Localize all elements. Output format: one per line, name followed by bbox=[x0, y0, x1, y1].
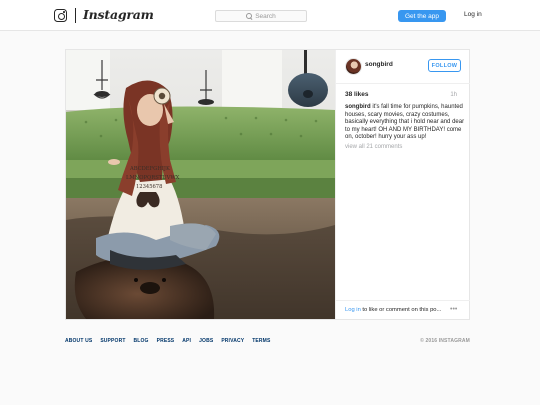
post-caption: songbird it's fall time for pumpkins, ha… bbox=[345, 104, 469, 142]
footer-link-support[interactable]: SUPPORT bbox=[100, 338, 125, 344]
footer-link-jobs[interactable]: JOBS bbox=[199, 338, 213, 344]
post-time[interactable]: 1h bbox=[450, 92, 457, 98]
avatar[interactable] bbox=[345, 58, 362, 75]
footer-link-privacy[interactable]: PRIVACY bbox=[221, 338, 244, 344]
post-photo[interactable]: ABCDEFGHIJK LMNOPQRSTUVWX 12345678 bbox=[66, 50, 335, 319]
footer-link-blog[interactable]: BLOG bbox=[134, 338, 149, 344]
post-footer: Log in to like or comment on this po... … bbox=[336, 300, 470, 319]
logo-divider bbox=[75, 8, 76, 23]
post-card: ABCDEFGHIJK LMNOPQRSTUVWX 12345678 songb… bbox=[65, 49, 470, 320]
post-header: songbird FOLLOW bbox=[336, 50, 470, 84]
footer-link-about-us[interactable]: ABOUT US bbox=[65, 338, 92, 344]
footer-link-press[interactable]: PRESS bbox=[157, 338, 175, 344]
search-input[interactable]: Search bbox=[215, 10, 307, 22]
get-the-app-button[interactable]: Get the app bbox=[398, 10, 446, 22]
instagram-wordmark[interactable]: Instagram bbox=[83, 7, 154, 22]
top-bar: Instagram Search Get the app Log in bbox=[0, 0, 540, 31]
post-side-panel: songbird FOLLOW 38 likes 1h songbird it'… bbox=[335, 50, 470, 319]
login-to-comment: Log in to like or comment on this po... bbox=[345, 307, 441, 313]
footer-link-terms[interactable]: TERMS bbox=[252, 338, 270, 344]
footer-link-api[interactable]: API bbox=[182, 338, 191, 344]
post-photo-image: ABCDEFGHIJK LMNOPQRSTUVWX 12345678 bbox=[66, 50, 335, 319]
footer-nav: ABOUT US SUPPORT BLOG PRESS API JOBS PRI… bbox=[65, 338, 278, 344]
post-username[interactable]: songbird bbox=[365, 61, 393, 68]
search-placeholder: Search bbox=[255, 12, 276, 20]
instagram-camera-icon[interactable] bbox=[54, 9, 67, 22]
caption-username[interactable]: songbird bbox=[345, 104, 371, 110]
follow-button[interactable]: FOLLOW bbox=[428, 59, 461, 72]
search-icon bbox=[246, 13, 253, 19]
view-all-comments-link[interactable]: view all 21 comments bbox=[345, 144, 402, 150]
ellipsis-icon[interactable]: ••• bbox=[450, 306, 457, 313]
photo-print-arc2: LMNOPQRSTUVWX bbox=[126, 175, 180, 181]
login-link[interactable]: Log in bbox=[345, 307, 361, 313]
header-login-link[interactable]: Log in bbox=[464, 11, 482, 18]
photo-print-arc: ABCDEFGHIJK bbox=[129, 166, 170, 172]
likes-count[interactable]: 38 likes bbox=[345, 91, 369, 98]
copyright: © 2016 INSTAGRAM bbox=[420, 338, 470, 344]
login-suffix: to like or comment on this po... bbox=[360, 307, 442, 313]
photo-print-numbers: 12345678 bbox=[136, 184, 162, 190]
